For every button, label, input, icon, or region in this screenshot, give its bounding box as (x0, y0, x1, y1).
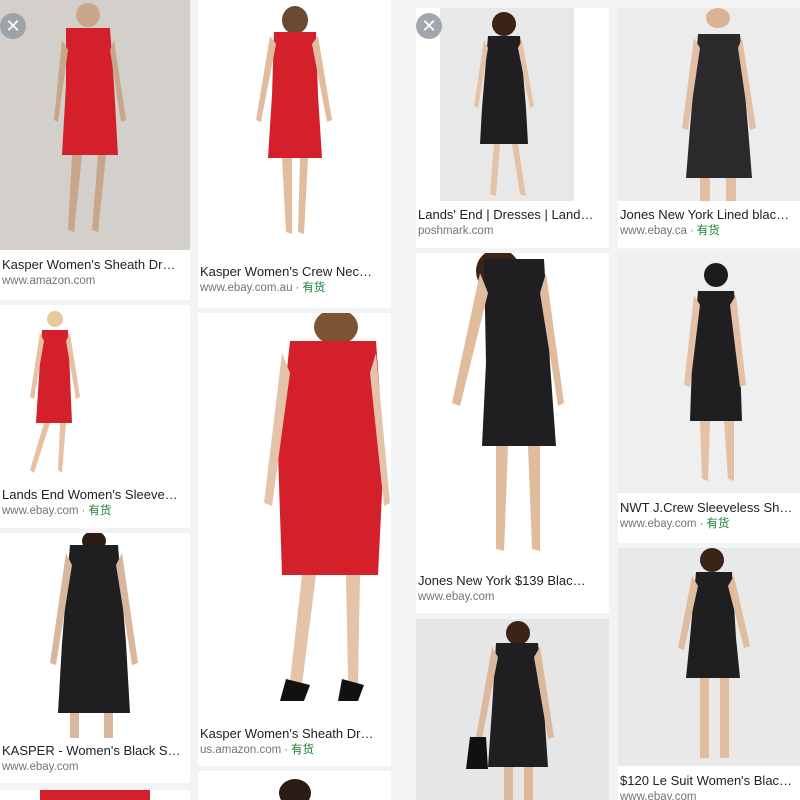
result-title[interactable]: KASPER - Women's Black S… (2, 742, 188, 759)
red-dress-image-back (198, 313, 391, 721)
result-card[interactable]: Lands End Women's Sleeve… www.ebay.com · 有… (0, 305, 190, 528)
result-card[interactable]: $120 Le Suit Women's Blac… www.ebay.com (618, 548, 800, 800)
black-dress-image (416, 8, 609, 201)
black-dress-image (618, 253, 800, 493)
result-source: www.ebay.com · 有货 (2, 505, 112, 517)
dress-image[interactable] (416, 8, 609, 201)
result-title[interactable]: Jones New York Lined blac… (620, 206, 798, 223)
dress-image[interactable] (416, 253, 609, 568)
black-dress-image (618, 8, 800, 201)
red-dress-image (40, 790, 150, 800)
result-source: www.ebay.com (418, 591, 495, 603)
dress-image[interactable] (198, 313, 391, 721)
result-card[interactable]: Jones New York Lined blac… www.ebay.ca · 有… (618, 8, 800, 248)
dress-image[interactable] (198, 771, 391, 800)
result-card[interactable]: NWT J.Crew Sleeveless She… www.ebay.com ·… (618, 253, 800, 543)
result-title[interactable]: NWT J.Crew Sleeveless She… (620, 499, 798, 516)
result-title[interactable]: Lands End Women's Sleeve… (2, 486, 188, 503)
black-dress-image (0, 533, 190, 738)
result-card[interactable]: ✕ Lands' End | Dresses | Land… poshmark.… (416, 8, 609, 248)
result-title[interactable]: Jones New York $139 Blac… (418, 572, 607, 589)
dress-image[interactable] (0, 533, 190, 738)
dress-image[interactable] (0, 790, 190, 800)
dress-image[interactable] (416, 619, 609, 800)
red-dress-image (0, 0, 190, 250)
result-card[interactable] (0, 790, 190, 800)
result-card[interactable]: Kasper Women's Sheath Dr… us.amazon.com ·… (198, 313, 391, 766)
result-card[interactable]: ✕ Kasper Women's Sheath Dr… www.amazon.c… (0, 0, 190, 300)
dress-image[interactable] (618, 8, 800, 201)
dress-image[interactable] (618, 548, 800, 766)
result-source: www.ebay.com (2, 761, 79, 773)
result-source: www.ebay.ca · 有货 (620, 225, 720, 237)
result-title[interactable]: Kasper Women's Sheath Dr… (2, 256, 188, 273)
dress-image[interactable] (0, 305, 190, 483)
result-card[interactable]: Kasper Women's Crew Nec… www.ebay.com.au… (198, 0, 391, 308)
result-source: www.ebay.com · 有货 (620, 518, 730, 530)
in-stock-badge: 有货 (706, 518, 730, 530)
black-dress-image (618, 548, 800, 766)
in-stock-badge: 有货 (696, 225, 720, 237)
result-title[interactable]: Lands' End | Dresses | Land… (418, 206, 607, 223)
close-icon[interactable]: ✕ (416, 13, 442, 39)
result-card[interactable]: KASPER - Women's Black S… www.ebay.com (0, 533, 190, 783)
in-stock-badge: 有货 (302, 282, 326, 294)
result-card[interactable] (198, 771, 391, 800)
red-dress-image (0, 305, 190, 483)
black-dress-image (416, 253, 609, 568)
result-source: us.amazon.com · 有货 (200, 744, 315, 756)
in-stock-badge: 有货 (88, 505, 112, 517)
result-card[interactable]: Jones New York $139 Blac… www.ebay.com (416, 253, 609, 613)
dress-image-partial (279, 779, 311, 800)
result-source: www.ebay.com.au · 有货 (200, 282, 326, 294)
black-dress-image (416, 619, 609, 800)
result-title[interactable]: Kasper Women's Sheath Dr… (200, 725, 389, 742)
result-title[interactable]: Kasper Women's Crew Nec… (200, 263, 389, 280)
result-title[interactable]: $120 Le Suit Women's Blac… (620, 772, 798, 789)
result-card[interactable] (416, 619, 609, 800)
in-stock-badge: 有货 (291, 744, 315, 756)
result-source: www.amazon.com (2, 275, 96, 287)
result-source: www.ebay.com (620, 791, 697, 800)
result-source: poshmark.com (418, 225, 494, 237)
close-icon[interactable]: ✕ (0, 13, 26, 39)
red-dress-image (198, 0, 391, 260)
dress-image[interactable] (198, 0, 391, 260)
dress-image[interactable] (0, 0, 190, 250)
dress-image[interactable] (618, 253, 800, 493)
